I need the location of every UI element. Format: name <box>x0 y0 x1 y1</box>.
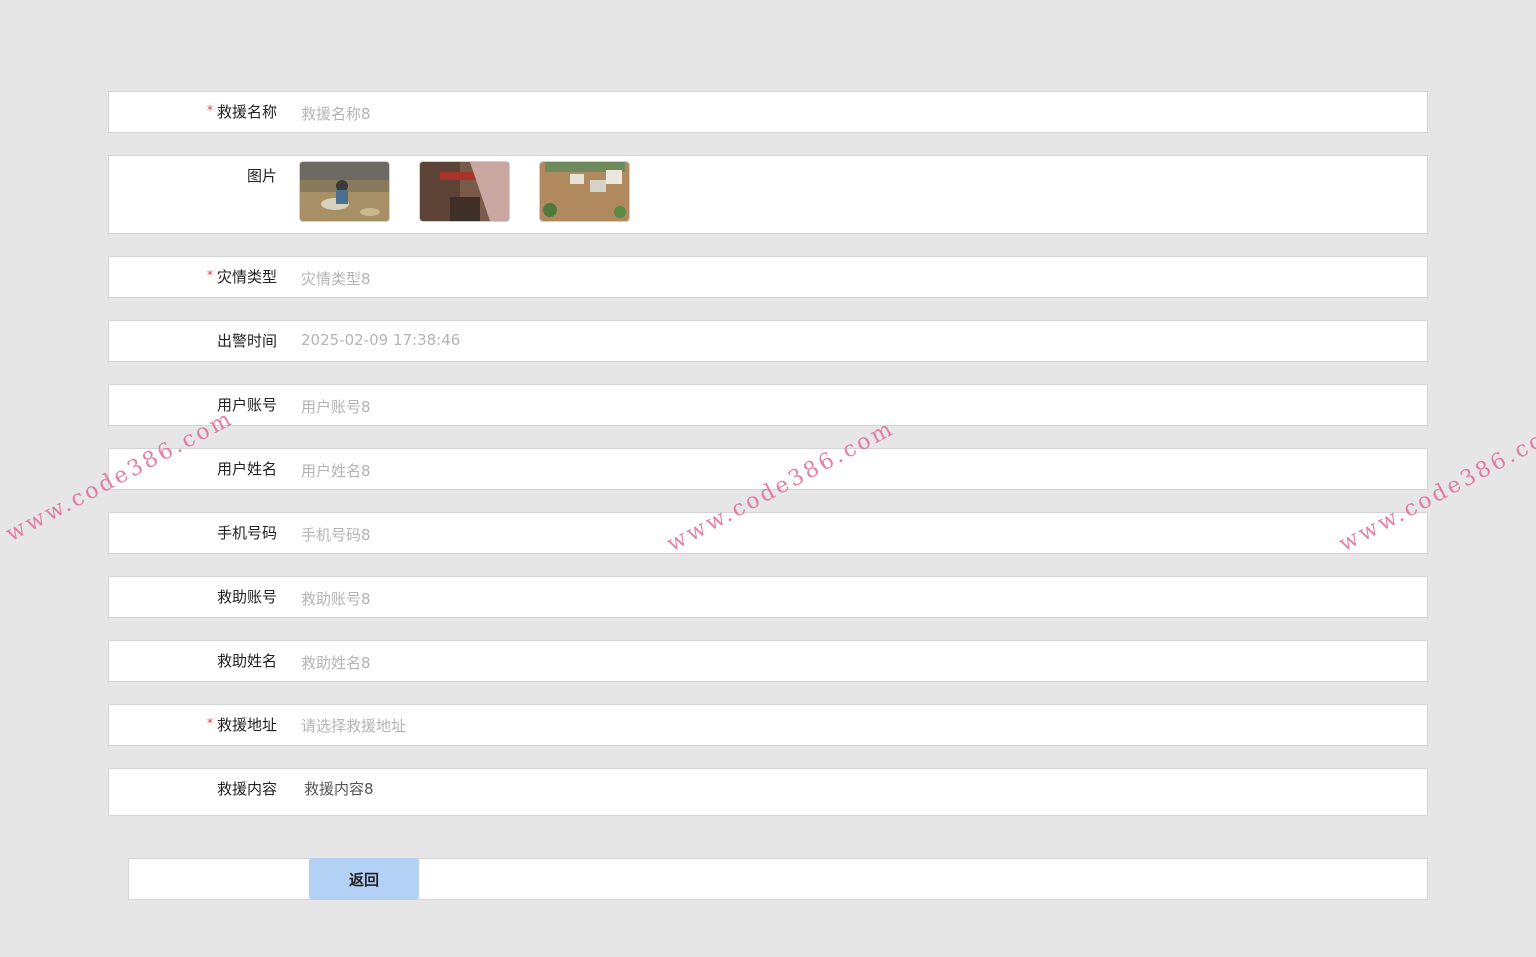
required-mark: * <box>206 716 213 730</box>
disaster-type-input[interactable]: 灾情类型8 <box>301 268 371 289</box>
rescue-photo-thumbnail[interactable] <box>419 161 510 222</box>
rescue-photo-thumbnail[interactable] <box>539 161 630 222</box>
field-label: * 救援名称 <box>206 103 277 121</box>
rescue-content-text[interactable]: 救援内容8 <box>304 778 374 799</box>
field-label: * 灾情类型 <box>206 268 277 286</box>
required-mark: * <box>206 103 213 117</box>
required-mark: * <box>206 268 213 282</box>
action-bar: 返回 <box>128 858 1428 900</box>
field-row-helper-name: 救助姓名 救助姓名8 <box>108 640 1428 682</box>
field-label: 出警时间 <box>216 332 277 350</box>
field-label: 救助姓名 <box>216 652 277 670</box>
field-row-rescue-name: * 救援名称 救援名称8 <box>108 91 1428 133</box>
field-label: 用户姓名 <box>216 460 277 478</box>
field-label: * 救援地址 <box>206 716 277 734</box>
field-row-images: 图片 <box>108 155 1428 234</box>
field-label: 救助账号 <box>216 588 277 606</box>
dispatch-time-input[interactable]: 2025-02-09 17:38:46 <box>301 331 460 349</box>
field-row-helper-account: 救助账号 救助账号8 <box>108 576 1428 618</box>
helper-account-input[interactable]: 救助账号8 <box>301 588 371 609</box>
rescue-photo-thumbnail[interactable] <box>299 161 390 222</box>
field-row-rescue-address: * 救援地址 请选择救援地址 <box>108 704 1428 746</box>
field-row-rescue-content: 救援内容 救援内容8 <box>108 768 1428 816</box>
field-row-user-name: 用户姓名 用户姓名8 <box>108 448 1428 490</box>
rescue-address-input[interactable]: 请选择救援地址 <box>301 715 406 736</box>
field-row-phone: 手机号码 手机号码8 <box>108 512 1428 554</box>
field-label: 手机号码 <box>216 524 277 542</box>
field-label: 图片 <box>246 167 277 185</box>
field-label: 用户账号 <box>216 396 277 414</box>
field-row-disaster-type: * 灾情类型 灾情类型8 <box>108 256 1428 298</box>
field-row-dispatch-time: 出警时间 2025-02-09 17:38:46 <box>108 320 1428 362</box>
user-name-input[interactable]: 用户姓名8 <box>301 460 371 481</box>
back-button[interactable]: 返回 <box>309 858 419 900</box>
helper-name-input[interactable]: 救助姓名8 <box>301 652 371 673</box>
phone-input[interactable]: 手机号码8 <box>301 524 371 545</box>
user-account-input[interactable]: 用户账号8 <box>301 396 371 417</box>
field-row-user-account: 用户账号 用户账号8 <box>108 384 1428 426</box>
field-label: 救援内容 <box>216 780 277 798</box>
rescue-name-input[interactable]: 救援名称8 <box>301 103 371 124</box>
